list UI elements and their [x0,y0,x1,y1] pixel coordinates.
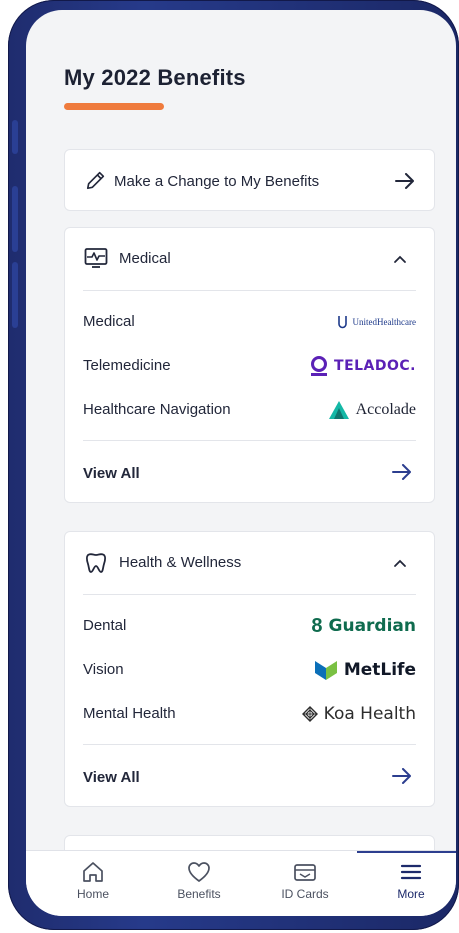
arrow-right-icon[interactable] [392,464,412,480]
benefit-row-label: Medical [83,313,135,330]
benefit-row-telemedicine[interactable]: Telemedicine TELADOC. [83,354,416,378]
metlife-logo: MetLife [314,658,416,682]
benefit-row-vision[interactable]: Vision MetLife [83,658,416,682]
nav-item-id-cards[interactable]: ID Cards [265,861,345,901]
nav-item-more[interactable]: More [371,861,451,901]
divider [83,744,416,745]
koa-health-mark-icon [301,706,318,722]
phone-frame: My 2022 Benefits Make a Change to My Ben… [8,0,459,930]
home-icon [83,862,103,882]
accolade-mark-icon [328,401,349,419]
page-title: My 2022 Benefits [64,65,246,90]
metlife-mark-icon [314,661,337,680]
medical-monitor-icon [84,248,108,268]
nav-label-id-cards: ID Cards [281,887,329,901]
benefit-row-label: Healthcare Navigation [83,401,231,418]
benefit-row-label: Mental Health [83,705,176,722]
arrow-right-icon [395,173,414,189]
benefit-row-healthcare-navigation[interactable]: Healthcare Navigation Accolade [83,398,416,422]
medical-heading: Medical [119,250,171,267]
teladoc-logo-text: TELADOC. [334,358,416,374]
bottom-nav: Home Benefits ID Cards More [26,850,456,916]
koa-health-logo-text: Koa Health [323,704,416,724]
divider [83,594,416,595]
phone-volume-down-button [12,262,18,328]
id-card-icon [294,864,316,881]
app-screen: My 2022 Benefits Make a Change to My Ben… [26,10,456,916]
wellness-view-all-link[interactable]: View All [83,769,140,786]
benefit-row-mental-health[interactable]: Mental Health Koa Health [83,702,416,726]
heart-icon [188,862,210,882]
benefit-row-label: Vision [83,661,124,678]
guardian-logo: 8 Guardian [311,614,416,638]
make-change-label: Make a Change to My Benefits [114,173,320,190]
menu-icon [400,864,422,880]
benefit-row-label: Telemedicine [83,357,171,374]
unitedhealthcare-logo-text: UnitedHealthcare [352,317,416,327]
medical-section-card: Medical Medical UnitedHealthcare Telemed… [64,227,435,503]
benefit-row-label: Dental [83,617,127,634]
nav-item-benefits[interactable]: Benefits [159,861,239,901]
chevron-up-icon[interactable] [393,254,407,264]
nav-label-home: Home [76,887,109,901]
benefit-row-medical[interactable]: Medical UnitedHealthcare [83,310,416,334]
teladoc-mark-icon [311,356,328,376]
nav-item-home[interactable]: Home [53,861,133,901]
metlife-logo-text: MetLife [343,660,416,680]
phone-side-button [12,120,18,154]
benefit-row-dental[interactable]: Dental 8 Guardian [83,614,416,638]
wellness-section-card: Health & Wellness Dental 8 Guardian Visi… [64,531,435,807]
phone-volume-up-button [12,186,18,252]
guardian-logo-text: Guardian [328,616,416,636]
teladoc-logo: TELADOC. [310,354,416,378]
koa-health-logo: Koa Health [301,702,416,726]
arrow-right-icon[interactable] [392,768,412,784]
guardian-mark-icon: 8 [311,614,323,637]
divider [83,440,416,441]
unitedhealthcare-mark-icon [337,316,347,329]
accolade-logo-text: Accolade [355,401,416,418]
unitedhealthcare-logo: UnitedHealthcare [337,310,416,334]
nav-active-indicator [357,851,456,853]
title-underline [64,103,164,110]
divider [83,290,416,291]
accolade-logo: Accolade [328,398,416,422]
nav-label-benefits: Benefits [177,887,221,901]
pencil-icon [86,171,105,190]
make-change-card[interactable]: Make a Change to My Benefits [64,149,435,211]
wellness-heading: Health & Wellness [119,554,242,571]
nav-label-more: More [397,887,425,901]
medical-view-all-link[interactable]: View All [83,465,140,482]
tooth-icon [85,553,107,573]
chevron-up-icon[interactable] [393,558,407,568]
